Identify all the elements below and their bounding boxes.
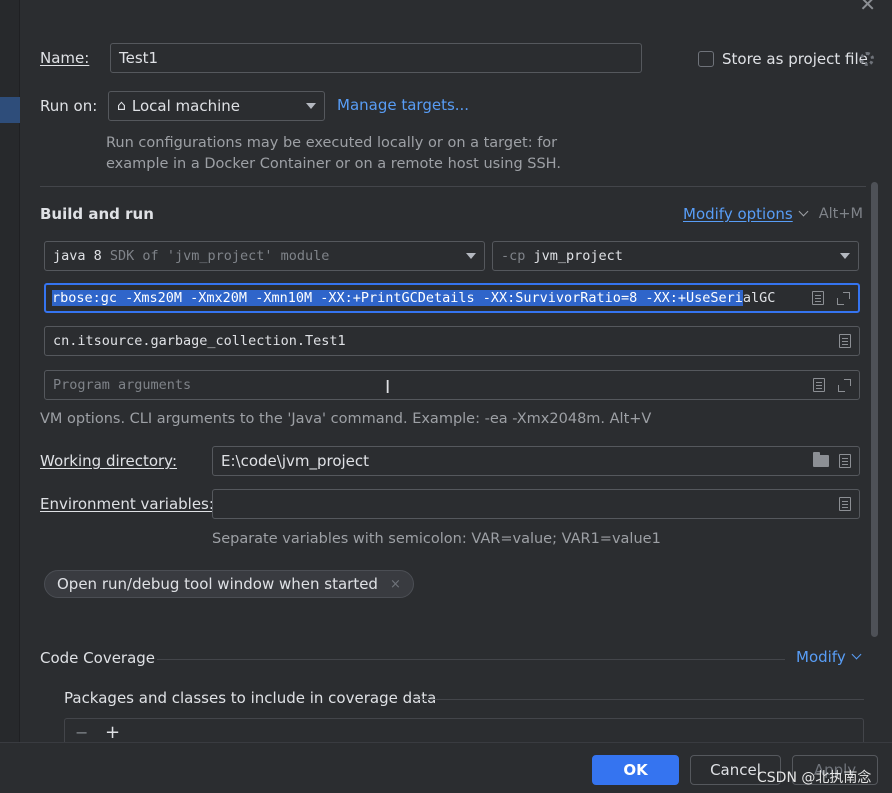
working-directory-icons — [813, 452, 851, 468]
name-label-text: Name: — [40, 49, 90, 67]
program-arguments-icons — [813, 378, 851, 392]
modify-options-link[interactable]: Modify options Alt+M — [683, 205, 863, 223]
scrollbar[interactable] — [871, 182, 878, 637]
program-arguments-placeholder: Program arguments — [53, 377, 192, 393]
vm-options-text: rbose:gc -Xms20M -Xmx20M -Xmn10M -XX:+Pr… — [52, 290, 802, 306]
modify-options-label[interactable]: Modify options — [683, 205, 793, 223]
chevron-down-icon — [306, 103, 316, 109]
program-arguments-input[interactable]: Program arguments — [44, 370, 860, 400]
name-input[interactable]: Test1 — [110, 43, 642, 73]
main-class-input[interactable]: cn.itsource.garbage_collection.Test1 — [44, 326, 860, 356]
side-panel-strip — [0, 0, 20, 793]
document-icon[interactable] — [839, 497, 851, 511]
folder-icon[interactable] — [813, 452, 829, 467]
close-icon[interactable]: × — [390, 577, 401, 592]
store-as-project-checkbox-box[interactable] — [698, 51, 714, 67]
coverage-packages-label: Packages and classes to include in cover… — [64, 689, 437, 707]
store-as-project-checkbox[interactable] — [698, 51, 714, 67]
run-on-value-wrap: ⌂ Local machine — [117, 97, 240, 115]
watermark: CSDN @北执南念 — [757, 770, 872, 786]
document-icon[interactable] — [839, 454, 851, 468]
document-icon[interactable] — [813, 378, 825, 392]
classpath-dropdown[interactable]: -cp jvm_project — [492, 241, 859, 271]
section-divider — [40, 186, 866, 187]
working-directory-label: Working directory: — [40, 452, 177, 470]
vm-options-hint: VM options. CLI arguments to the 'Java' … — [40, 411, 652, 427]
close-icon[interactable]: ✕ — [859, 0, 876, 14]
working-directory-value: E:\code\jvm_project — [221, 452, 370, 470]
manage-targets-link[interactable]: Manage targets... — [337, 96, 469, 114]
open-tool-window-chip[interactable]: Open run/debug tool window when started … — [44, 570, 414, 598]
document-icon[interactable] — [812, 291, 824, 305]
chevron-down-icon — [840, 253, 850, 259]
side-panel-selection — [0, 97, 20, 123]
working-directory-label-text: Working directory: — [40, 452, 178, 470]
environment-variables-label: Environment variables: — [40, 495, 214, 513]
run-on-dropdown[interactable]: ⌂ Local machine — [108, 91, 325, 121]
coverage-modify-label[interactable]: Modify — [796, 648, 846, 666]
code-coverage-divider — [157, 659, 785, 660]
jdk-dropdown-value: java 8 SDK of 'jvm_project' module — [53, 248, 329, 264]
name-label: Name: — [40, 49, 89, 67]
environment-variables-input[interactable] — [212, 489, 860, 519]
expand-icon[interactable] — [837, 378, 851, 392]
run-on-hint-line2: example in a Docker Container or on a re… — [106, 156, 561, 172]
classpath-module: jvm_project — [533, 248, 623, 264]
code-coverage-title: Code Coverage — [40, 649, 156, 667]
home-icon: ⌂ — [117, 98, 126, 114]
add-icon[interactable]: + — [105, 722, 120, 743]
chevron-down-icon — [798, 206, 809, 216]
classpath-prefix: -cp — [501, 248, 526, 264]
vm-options-rest: alGC — [742, 290, 776, 306]
coverage-modify-link[interactable]: Modify — [796, 648, 862, 666]
working-directory-input[interactable]: E:\code\jvm_project — [212, 446, 860, 476]
environment-variables-hint: Separate variables with semicolon: VAR=v… — [212, 531, 661, 547]
jdk-name: java 8 — [53, 248, 102, 264]
jdk-hint: SDK of 'jvm_project' module — [109, 248, 330, 264]
expand-icon[interactable] — [836, 291, 850, 305]
remove-icon[interactable]: − — [75, 723, 88, 742]
build-and-run-title: Build and run — [40, 205, 154, 223]
coverage-packages-divider — [412, 699, 864, 700]
classpath-value: -cp jvm_project — [501, 248, 623, 264]
jdk-dropdown[interactable]: java 8 SDK of 'jvm_project' module — [44, 241, 485, 271]
ok-button[interactable]: OK — [592, 755, 679, 785]
run-on-hint-line1: Run configurations may be executed local… — [106, 135, 558, 151]
vm-options-selected: rbose:gc -Xms20M -Xmx20M -Xmn10M -XX:+Pr… — [52, 290, 743, 306]
run-on-label: Run on: — [40, 97, 98, 115]
chevron-down-icon — [851, 649, 862, 659]
open-tool-window-chip-label: Open run/debug tool window when started — [57, 575, 378, 593]
modify-options-shortcut: Alt+M — [818, 206, 864, 222]
environment-variables-label-text: Environment variables: — [40, 495, 214, 513]
main-class-value: cn.itsource.garbage_collection.Test1 — [53, 333, 346, 349]
gear-icon-shape[interactable] — [860, 52, 874, 66]
text-cursor-icon: I — [385, 377, 391, 398]
store-as-project-label[interactable]: Store as project file — [722, 50, 868, 68]
run-on-value: Local machine — [131, 97, 240, 115]
name-input-value: Test1 — [119, 49, 159, 67]
vm-options-input[interactable]: rbose:gc -Xms20M -Xmx20M -Xmn10M -XX:+Pr… — [44, 283, 860, 313]
chevron-down-icon — [466, 253, 476, 259]
document-icon[interactable] — [839, 334, 851, 348]
gear-icon[interactable] — [860, 52, 874, 70]
